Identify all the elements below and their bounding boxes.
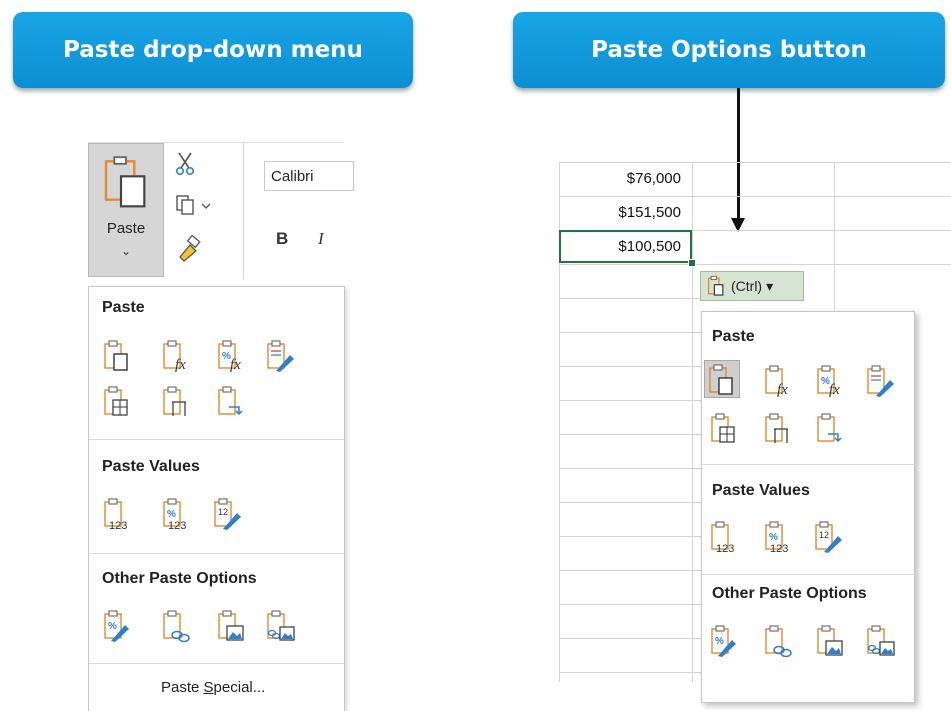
linked-picture-icon[interactable]: [266, 609, 296, 643]
svg-text:123: 123: [168, 520, 186, 531]
section-title-paste-values: Paste Values: [102, 458, 200, 475]
section-title-paste: Paste: [712, 328, 755, 345]
copy-icon[interactable]: [174, 193, 214, 219]
grid-line: [559, 434, 701, 435]
italic-button[interactable]: I: [318, 229, 324, 249]
formulas-icon[interactable]: fx: [162, 339, 192, 373]
transpose-icon[interactable]: [217, 385, 247, 419]
grid-line: [559, 672, 701, 673]
formulas-number-format-icon[interactable]: % fx: [217, 339, 247, 373]
paste-link-icon[interactable]: [162, 609, 192, 643]
formatting-icon[interactable]: %: [103, 609, 133, 643]
chevron-down-icon: ⌄: [120, 244, 132, 258]
grid-line: [559, 536, 701, 537]
svg-text:fx: fx: [829, 382, 840, 398]
menu-separator: [89, 663, 344, 664]
transpose-icon[interactable]: [816, 412, 846, 446]
clipboard-ribbon: Paste ⌄ Calibri B I: [88, 142, 354, 291]
grid-line: [559, 332, 701, 333]
formulas-number-format-icon[interactable]: % fx: [816, 364, 846, 398]
paste-icon[interactable]: [704, 360, 740, 398]
svg-text:123: 123: [770, 543, 788, 554]
svg-text:%: %: [167, 509, 176, 520]
grid-line: [559, 638, 701, 639]
paste-icon: [707, 275, 724, 296]
grid-line: [834, 162, 835, 312]
cell-value[interactable]: $76,000: [561, 170, 681, 187]
svg-text:fx: fx: [777, 382, 788, 398]
callout-paste-options: Paste Options button: [513, 12, 945, 88]
cut-icon[interactable]: [174, 151, 196, 177]
paste-big-icon: [104, 156, 146, 208]
paste-special-item[interactable]: Paste Special...: [161, 679, 265, 696]
section-title-other-paste-options: Other Paste Options: [712, 585, 867, 602]
svg-text:123: 123: [109, 520, 127, 531]
svg-text:%: %: [108, 621, 117, 632]
fill-handle[interactable]: [688, 259, 696, 267]
grid-line: [559, 298, 701, 299]
svg-text:fx: fx: [175, 357, 186, 373]
keep-column-widths-icon[interactable]: [764, 412, 794, 446]
paste-icon[interactable]: [103, 339, 133, 373]
keep-source-formatting-icon[interactable]: [266, 339, 296, 373]
paste-button-label: Paste: [106, 220, 146, 237]
picture-icon[interactable]: [816, 624, 846, 658]
chevron-down-icon: ▾: [766, 277, 774, 294]
format-painter-icon[interactable]: [174, 235, 202, 263]
section-title-paste-values: Paste Values: [712, 482, 810, 499]
paste-dropdown-menu: Paste fx % fx Paste Values 123 % 123 12 Ot…: [88, 286, 345, 711]
menu-separator: [702, 574, 914, 575]
cell-value[interactable]: $151,500: [561, 204, 681, 221]
values-number-format-icon[interactable]: % 123: [764, 520, 794, 554]
svg-text:%: %: [769, 532, 778, 543]
grid-line: [559, 162, 951, 163]
picture-icon[interactable]: [217, 609, 247, 643]
no-borders-icon[interactable]: [710, 412, 740, 446]
grid-line: [559, 196, 951, 197]
menu-separator: [89, 553, 344, 554]
section-title-paste: Paste: [102, 299, 145, 316]
values-source-formatting-icon[interactable]: 12: [213, 497, 243, 531]
grid-line: [559, 570, 701, 571]
formatting-icon[interactable]: %: [710, 624, 740, 658]
values-icon[interactable]: 123: [710, 520, 740, 554]
ribbon-group-separator: [243, 143, 244, 279]
grid-line: [559, 604, 701, 605]
paste-options-menu: Paste fx % fx Paste Values 123 % 123 12 Ot…: [701, 311, 915, 703]
callout-paste-dropdown: Paste drop-down menu: [13, 12, 413, 88]
active-cell-border: [559, 230, 692, 263]
values-source-formatting-icon[interactable]: 12: [814, 520, 844, 554]
grid-line: [559, 468, 701, 469]
paste-special-label: Paste Special...: [161, 679, 266, 696]
bold-button[interactable]: B: [276, 229, 288, 249]
grid-line: [559, 400, 701, 401]
paste-button[interactable]: Paste ⌄: [88, 143, 164, 277]
svg-text:12: 12: [819, 530, 829, 540]
svg-text:%: %: [715, 636, 724, 647]
section-title-other-paste-options: Other Paste Options: [102, 570, 257, 587]
grid-line: [559, 264, 951, 265]
grid-line: [559, 502, 701, 503]
keep-column-widths-icon[interactable]: [162, 385, 192, 419]
menu-separator: [702, 464, 914, 465]
values-icon[interactable]: 123: [103, 497, 133, 531]
font-name-box[interactable]: Calibri: [264, 161, 354, 191]
grid-line: [559, 366, 701, 367]
svg-text:fx: fx: [230, 357, 241, 373]
svg-text:123: 123: [716, 543, 734, 554]
paste-options-label: (Ctrl): [731, 278, 763, 294]
svg-text:12: 12: [218, 507, 228, 517]
paste-options-button[interactable]: (Ctrl) ▾: [700, 271, 804, 301]
formulas-icon[interactable]: fx: [764, 364, 794, 398]
keep-source-formatting-icon[interactable]: [866, 364, 896, 398]
linked-picture-icon[interactable]: [866, 624, 896, 658]
grid-line: [692, 162, 693, 682]
paste-link-icon[interactable]: [764, 624, 794, 658]
values-number-format-icon[interactable]: % 123: [162, 497, 192, 531]
menu-separator: [89, 439, 344, 440]
no-borders-icon[interactable]: [103, 385, 133, 419]
